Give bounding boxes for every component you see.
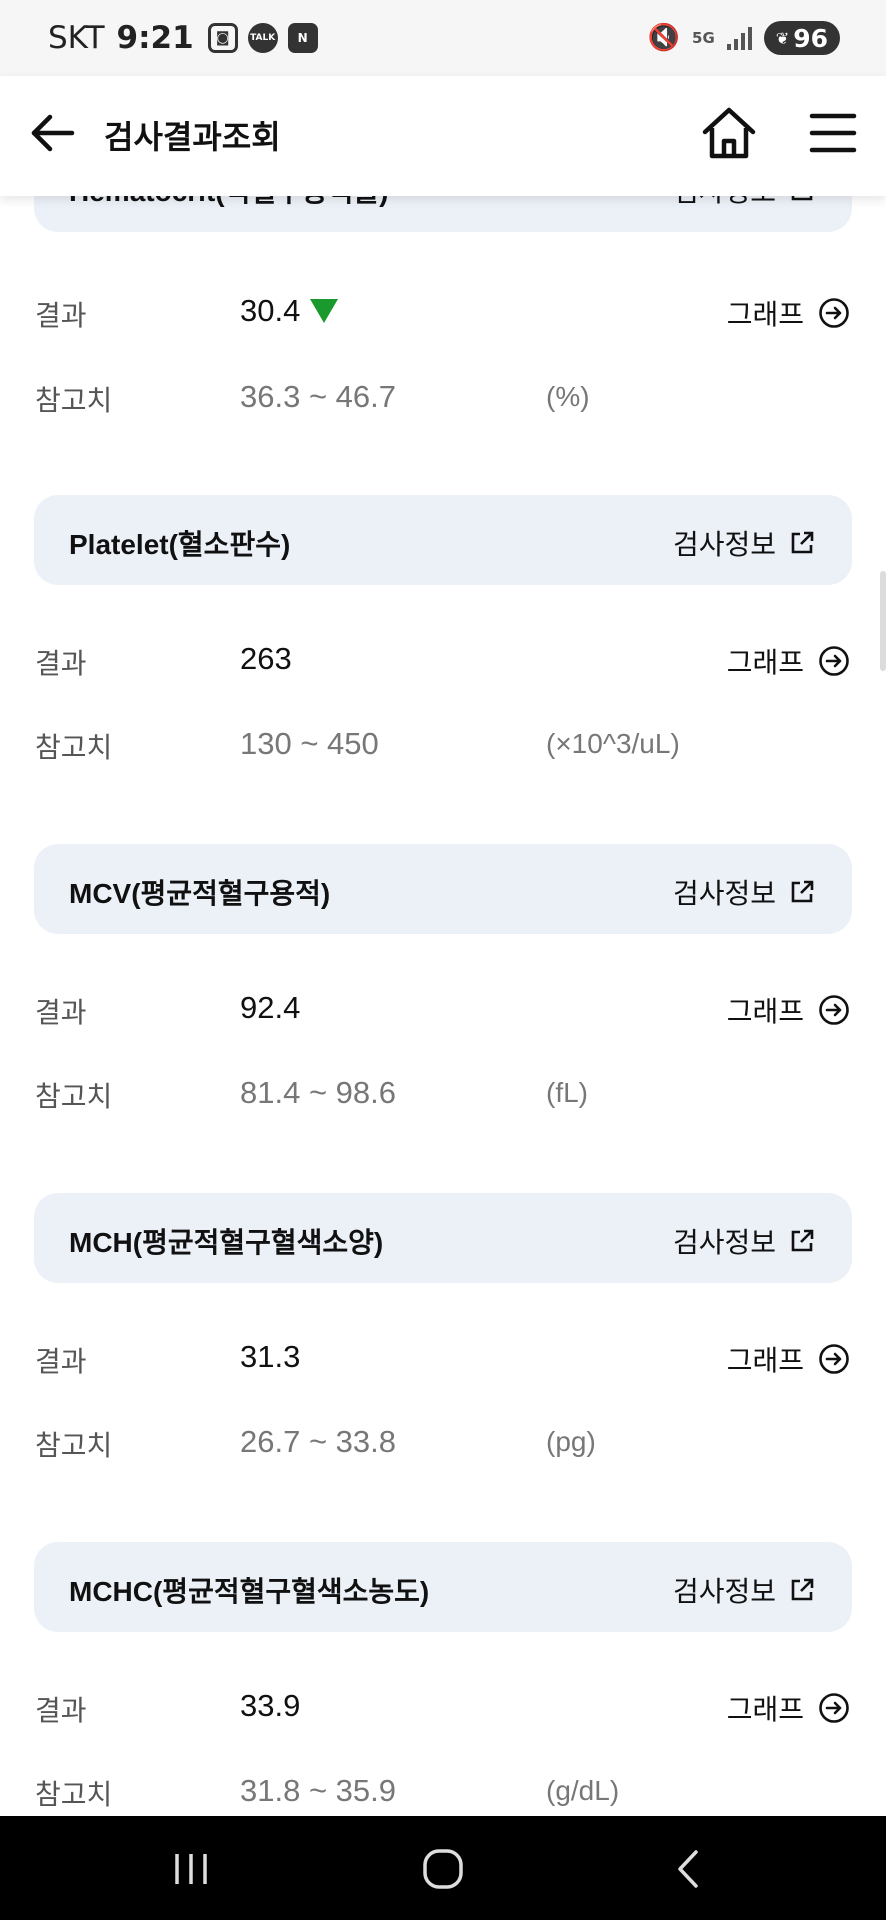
reference-range: 130 ~ 450 bbox=[240, 726, 379, 761]
network-type: 5G bbox=[692, 29, 715, 47]
test-name: Hematocrit(적혈구용적률) bbox=[69, 196, 388, 210]
external-link-icon bbox=[791, 880, 814, 903]
test-info-label: 검사정보 bbox=[672, 529, 776, 560]
back-nav-icon[interactable] bbox=[666, 1846, 712, 1892]
reference-label: 참고치 bbox=[35, 385, 113, 416]
system-nav-bar bbox=[0, 1816, 886, 1920]
graph-label: 그래프 bbox=[726, 299, 804, 330]
low-flag-icon bbox=[310, 299, 339, 323]
graph-link[interactable]: 그래프 bbox=[727, 1688, 850, 1728]
result-number: 33.9 bbox=[240, 1688, 301, 1723]
external-link-icon bbox=[791, 531, 814, 554]
leaf-icon: ❦ bbox=[775, 28, 790, 48]
reference-range: 36.3 ~ 46.7 bbox=[240, 379, 396, 414]
result-label: 결과 bbox=[35, 997, 87, 1028]
test-header-mcv: MCV(평균적혈구용적) 검사정보 bbox=[34, 844, 852, 934]
reference-unit: (%) bbox=[546, 381, 590, 412]
external-link-icon bbox=[791, 1578, 814, 1601]
battery-level: 96 bbox=[793, 23, 828, 53]
clock: 9:21 bbox=[116, 20, 194, 56]
result-value: 31.3 bbox=[240, 1339, 300, 1375]
graph-label: 그래프 bbox=[726, 996, 804, 1027]
result-label: 결과 bbox=[35, 648, 87, 679]
scrollbar-thumb[interactable] bbox=[880, 571, 886, 671]
reference-label: 참고치 bbox=[35, 1779, 113, 1810]
reference-range: 31.8 ~ 35.9 bbox=[240, 1773, 396, 1808]
result-label: 결과 bbox=[35, 1346, 87, 1377]
graph-link[interactable]: 그래프 bbox=[727, 293, 850, 333]
screenshot-icon: ◙ bbox=[207, 23, 238, 53]
graph-label: 그래프 bbox=[726, 1694, 804, 1725]
arrow-circle-right-icon bbox=[819, 646, 849, 676]
test-name: Platelet(혈소판수) bbox=[69, 529, 291, 560]
arrow-circle-right-icon bbox=[819, 298, 849, 328]
graph-link[interactable]: 그래프 bbox=[727, 641, 850, 681]
result-label: 결과 bbox=[35, 300, 87, 331]
mute-icon: 🔇 bbox=[647, 23, 681, 53]
reference-range: 26.7 ~ 33.8 bbox=[240, 1424, 396, 1459]
external-link-icon bbox=[791, 196, 813, 201]
test-info-label: 검사정보 bbox=[672, 1576, 776, 1607]
battery-indicator: ❦ 96 bbox=[763, 21, 840, 55]
test-header-platelet: Platelet(혈소판수) 검사정보 bbox=[34, 495, 852, 585]
test-info-label: 검사정보 bbox=[672, 878, 776, 909]
test-info-link[interactable]: 검사정보 bbox=[673, 872, 816, 912]
back-arrow-icon[interactable] bbox=[28, 108, 78, 158]
test-info-label: 검사정보 bbox=[672, 1227, 776, 1258]
graph-label: 그래프 bbox=[726, 1345, 804, 1376]
hamburger-menu-icon[interactable] bbox=[808, 108, 858, 158]
result-number: 30.4 bbox=[240, 293, 301, 328]
result-value: 263 bbox=[240, 641, 292, 677]
test-info-link[interactable]: 검사정보 bbox=[673, 523, 816, 563]
test-header-mch: MCH(평균적혈구혈색소양) 검사정보 bbox=[34, 1193, 852, 1283]
reference-range: 81.4 ~ 98.6 bbox=[240, 1075, 396, 1110]
test-info-link[interactable]: 검사정보 bbox=[673, 196, 816, 210]
arrow-circle-right-icon bbox=[819, 1693, 849, 1723]
reference-unit: (fL) bbox=[546, 1077, 588, 1108]
test-name: MCHC(평균적혈구혈색소농도) bbox=[69, 1576, 430, 1607]
graph-link[interactable]: 그래프 bbox=[727, 990, 850, 1030]
naver-icon: N bbox=[287, 23, 318, 53]
result-number: 31.3 bbox=[240, 1339, 301, 1374]
test-info-label: 검사정보 bbox=[673, 196, 776, 210]
reference-label: 참고치 bbox=[35, 732, 113, 763]
reference-unit: (pg) bbox=[546, 1426, 596, 1457]
page-title: 검사결과조회 bbox=[104, 119, 281, 155]
arrow-circle-right-icon bbox=[819, 1344, 849, 1374]
carrier-label: SKT bbox=[48, 20, 105, 56]
test-header-mchc: MCHC(평균적혈구혈색소농도) 검사정보 bbox=[34, 1542, 852, 1632]
signal-icon bbox=[726, 26, 752, 50]
reference-label: 참고치 bbox=[35, 1430, 113, 1461]
result-number: 92.4 bbox=[240, 990, 301, 1025]
test-header-hematocrit: Hematocrit(적혈구용적률) 검사정보 bbox=[34, 196, 852, 232]
test-name: MCV(평균적혈구용적) bbox=[69, 878, 331, 909]
talk-icon: TALK bbox=[247, 23, 278, 53]
graph-link[interactable]: 그래프 bbox=[727, 1339, 850, 1379]
reference-unit: (×10^3/uL) bbox=[546, 728, 680, 759]
result-number: 263 bbox=[240, 641, 292, 676]
result-value: 92.4 bbox=[240, 990, 300, 1026]
graph-label: 그래프 bbox=[726, 647, 804, 678]
result-value: 30.4 bbox=[240, 293, 340, 329]
test-info-link[interactable]: 검사정보 bbox=[673, 1570, 816, 1610]
external-link-icon bbox=[791, 1229, 814, 1252]
results-list: Hematocrit(적혈구용적률) 검사정보 결과 30.4 그래프 참고치 … bbox=[0, 196, 886, 1816]
test-name: MCH(평균적혈구혈색소양) bbox=[69, 1227, 384, 1258]
result-value: 33.9 bbox=[240, 1688, 300, 1724]
recent-apps-icon[interactable] bbox=[168, 1846, 214, 1892]
reference-label: 참고치 bbox=[35, 1081, 113, 1112]
reference-unit: (g/dL) bbox=[546, 1775, 620, 1806]
result-label: 결과 bbox=[35, 1695, 87, 1726]
app-header: 검사결과조회 bbox=[0, 76, 886, 196]
home-nav-icon[interactable] bbox=[420, 1846, 466, 1892]
status-bar: SKT 9:21 ◙ TALK N 🔇 5G ❦ 96 bbox=[0, 0, 886, 76]
test-info-link[interactable]: 검사정보 bbox=[673, 1221, 816, 1261]
home-icon[interactable] bbox=[700, 104, 758, 162]
arrow-circle-right-icon bbox=[819, 995, 849, 1025]
